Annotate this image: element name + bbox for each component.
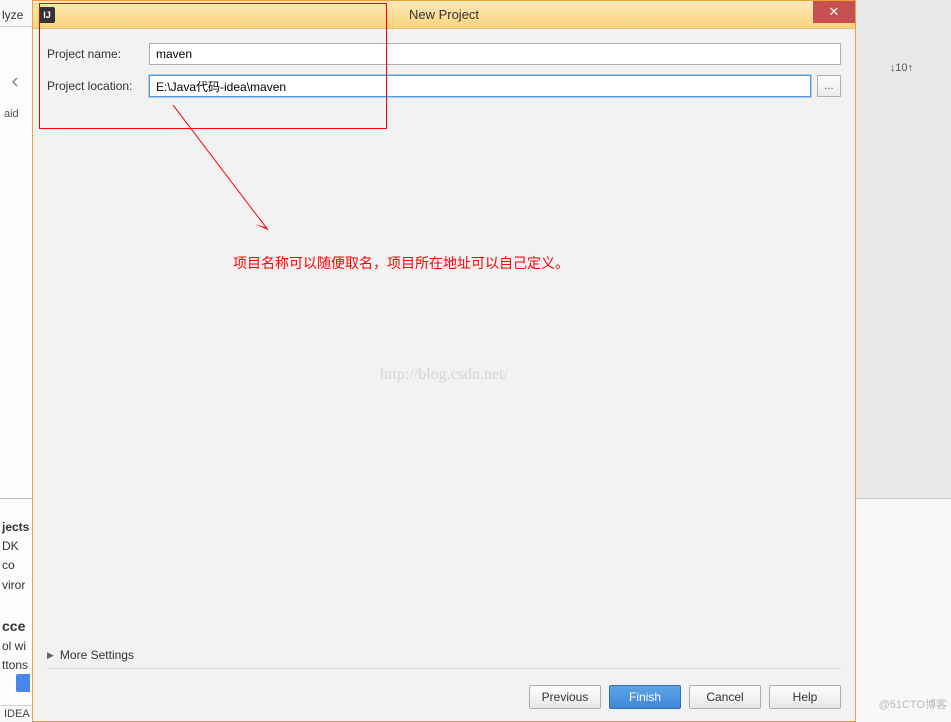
bg-idea-label: IDEA (4, 708, 30, 720)
bg-aid-label: aid (4, 108, 19, 120)
project-location-input[interactable] (149, 75, 811, 97)
bg-menu-analyze[interactable]: lyze (2, 8, 23, 22)
previous-button[interactable]: Previous (529, 685, 601, 709)
bg-tool-text: ol wi (2, 637, 30, 656)
bg-buttons-text: ttons (2, 656, 30, 675)
project-location-row: Project location: ... (47, 75, 841, 97)
close-button[interactable]: ✕ (813, 1, 855, 23)
bg-jdk-text: DK co (2, 537, 30, 575)
dialog-titlebar[interactable]: IJ New Project ✕ (33, 1, 855, 29)
bg-projects-heading: jects (2, 518, 30, 537)
new-project-dialog: IJ New Project ✕ Project name: Project l… (32, 0, 856, 722)
more-settings-label: More Settings (60, 648, 134, 662)
dialog-button-bar: Previous Finish Cancel Help (529, 685, 841, 709)
help-button[interactable]: Help (769, 685, 841, 709)
bg-access-heading: cce (2, 615, 30, 637)
expand-right-icon: ▶ (47, 650, 54, 661)
close-icon: ✕ (829, 4, 840, 20)
cancel-button[interactable]: Cancel (689, 685, 761, 709)
finish-button[interactable]: Finish (609, 685, 681, 709)
browse-location-button[interactable]: ... (817, 75, 841, 97)
background-left-panel: lyze aid jects DK co viror cce ol wi tto… (0, 0, 32, 722)
background-right-light (856, 498, 951, 722)
back-arrow-icon[interactable] (8, 75, 22, 89)
project-location-label: Project location: (47, 79, 143, 93)
project-name-input[interactable] (149, 43, 841, 65)
annotation-arrow (173, 105, 293, 255)
dialog-content: Project name: Project location: ... 项目名称… (33, 29, 855, 721)
project-name-row: Project name: (47, 43, 841, 65)
dialog-title: New Project (409, 7, 479, 22)
bg-divider (0, 498, 32, 499)
bg-environ-text: viror (2, 576, 30, 595)
csdn-watermark: http://blog.csdn.net/ (380, 366, 508, 384)
intellij-icon: IJ (39, 7, 55, 23)
bg-bottom-panel: jects DK co viror cce ol wi ttons (0, 510, 32, 684)
bg-partial-button[interactable] (16, 674, 30, 692)
annotation-text: 项目名称可以随便取名，项目所在地址可以自己定义。 (233, 253, 569, 273)
cto-watermark: @51CTO博客 (879, 696, 947, 712)
project-name-label: Project name: (47, 47, 143, 61)
more-settings-toggle[interactable]: ▶ More Settings (47, 648, 841, 669)
sync-indicator-icon[interactable]: ↓10↑ (890, 62, 913, 74)
